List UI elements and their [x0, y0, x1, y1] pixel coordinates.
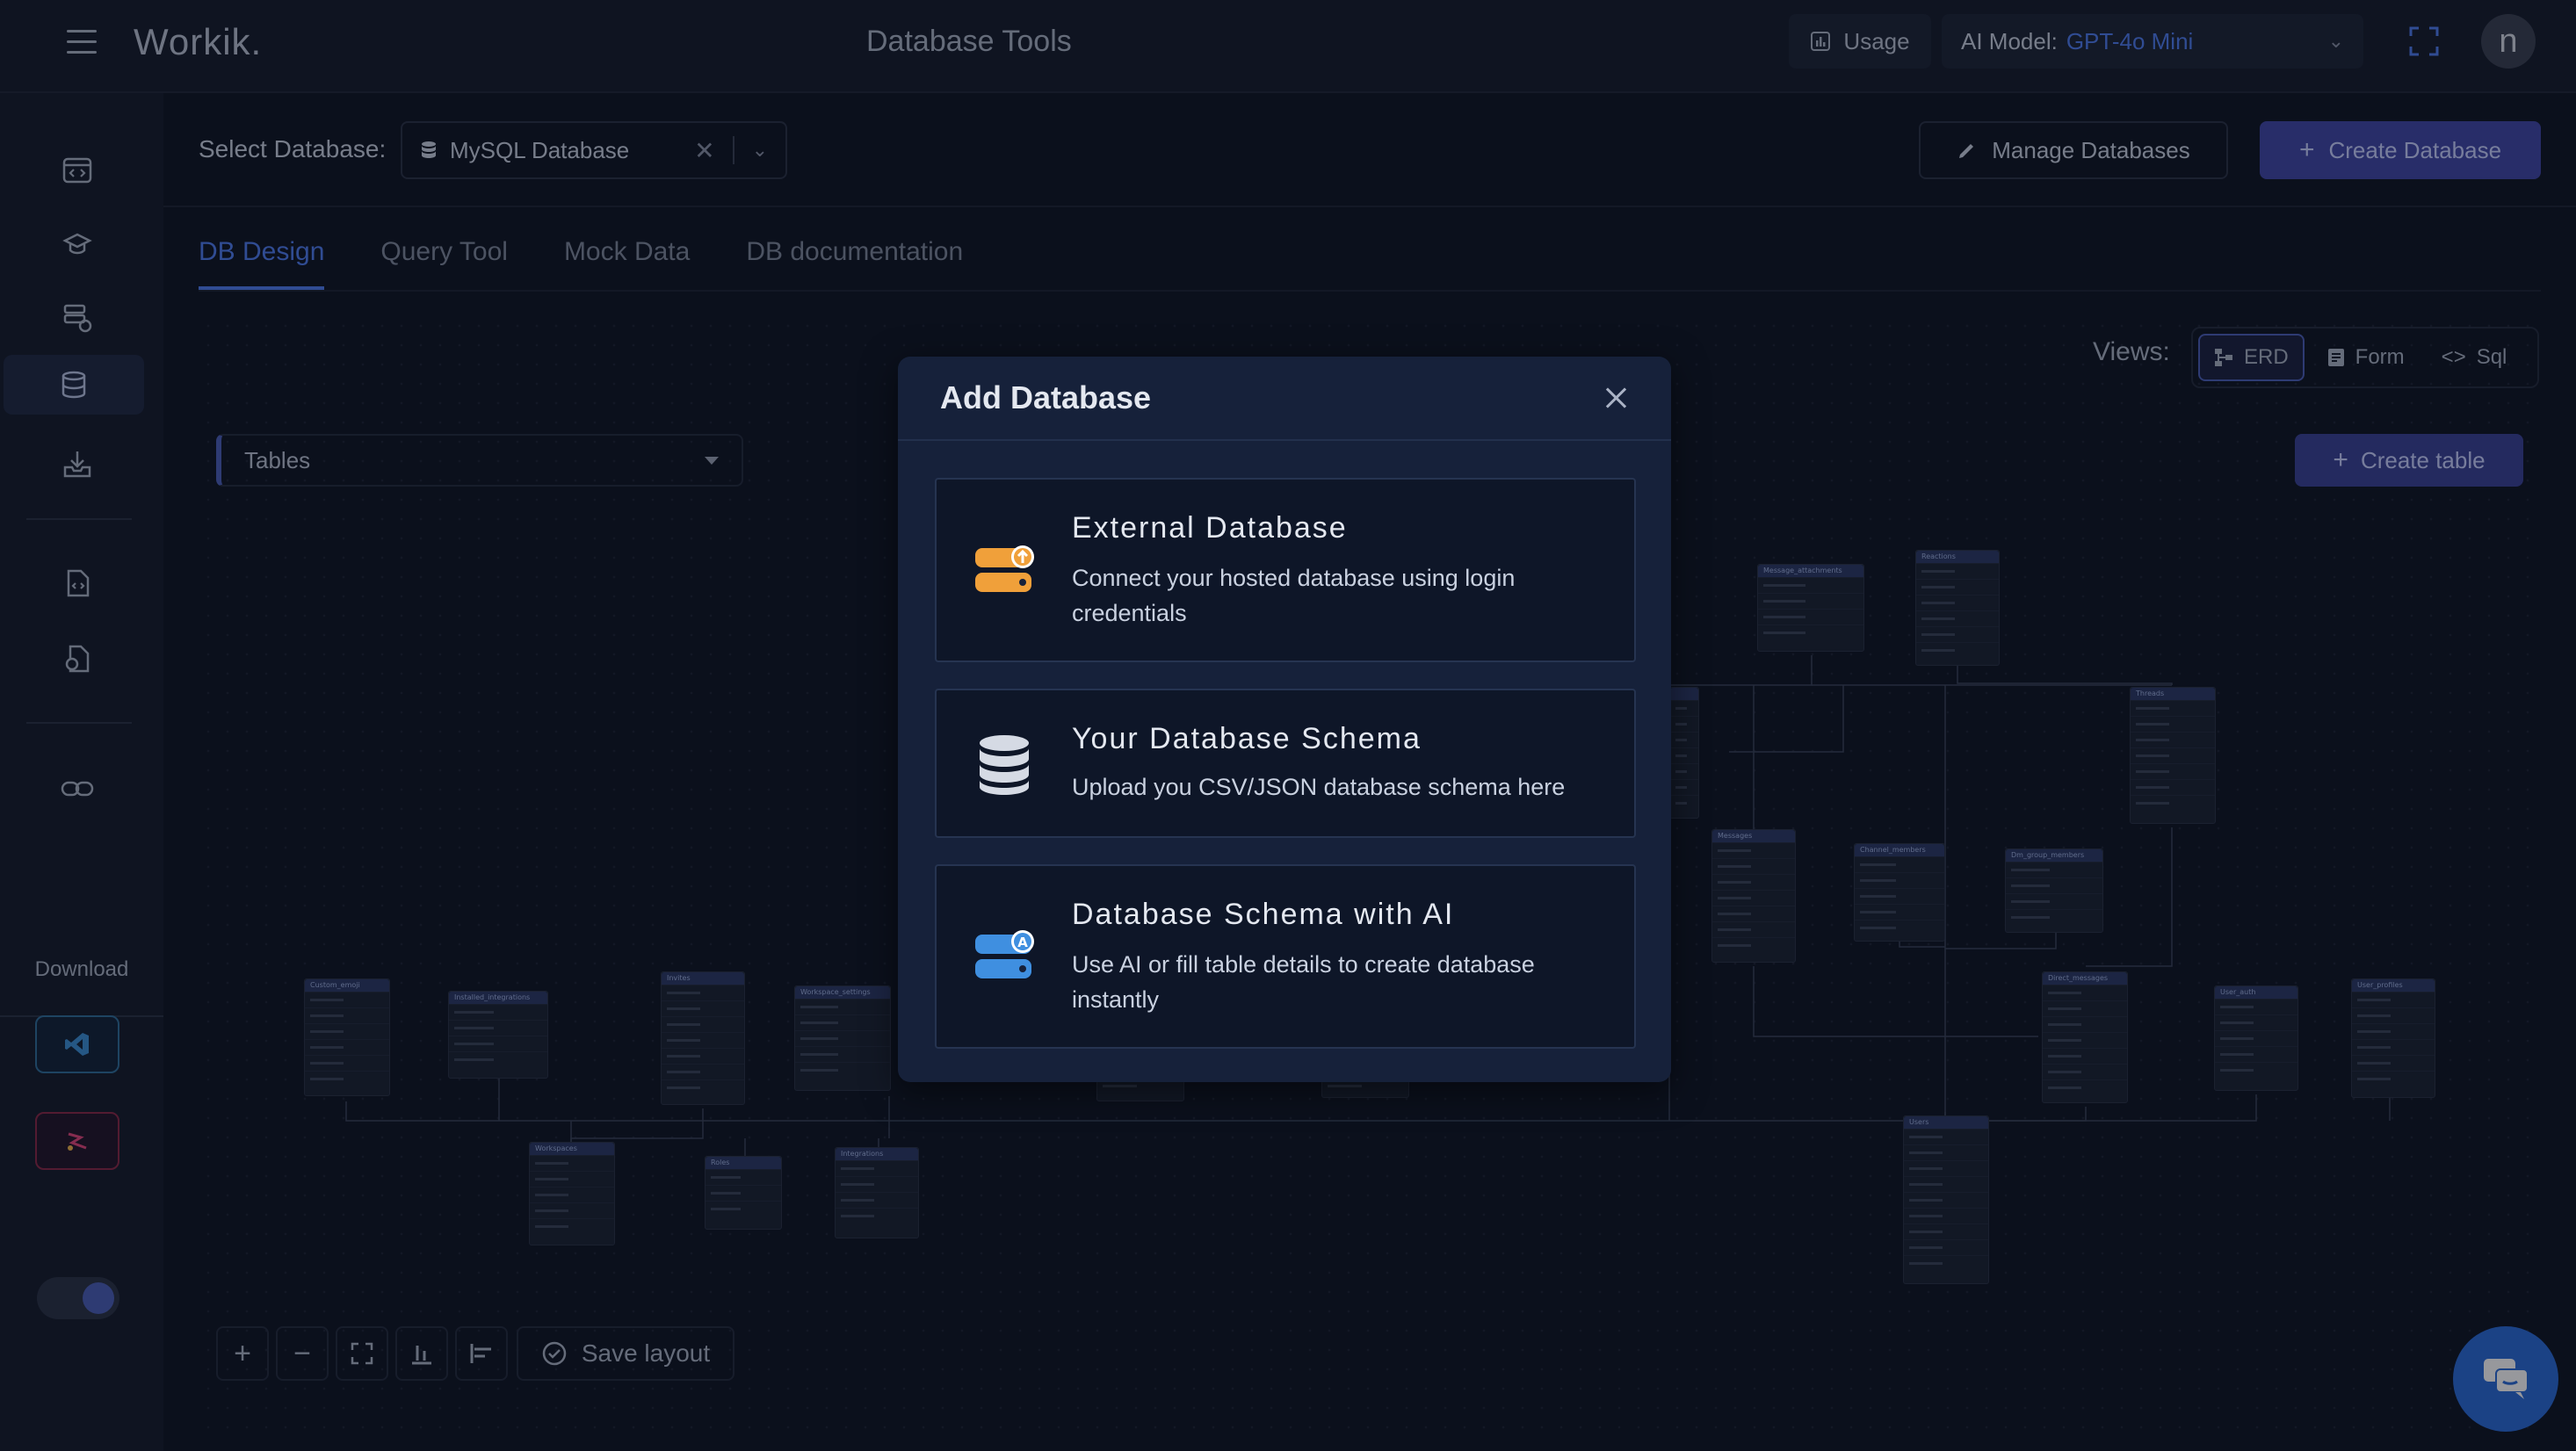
option-title: Your Database Schema	[1072, 722, 1422, 755]
option-description: Connect your hosted database using login…	[1072, 565, 1516, 626]
external-database-option[interactable]: External Database Connect your hosted da…	[935, 478, 1636, 662]
database-schema-with-ai-option[interactable]: A Database Schema with AI Use AI or fill…	[935, 864, 1636, 1049]
option-title: Database Schema with AI	[1072, 898, 1455, 931]
option-title: External Database	[1072, 511, 1348, 545]
option-description: Use AI or fill table details to create d…	[1072, 951, 1535, 1013]
modal-title: Add Database	[940, 379, 1152, 415]
server-upload-icon	[975, 545, 1034, 592]
add-database-modal: Add Database External Database Connect y…	[898, 357, 1671, 1082]
svg-text:A: A	[1017, 935, 1028, 950]
server-ai-icon: A	[975, 930, 1034, 978]
database-stack-icon	[980, 735, 1029, 795]
close-icon[interactable]	[1603, 385, 1629, 411]
your-database-schema-option[interactable]: Your Database Schema Upload you CSV/JSON…	[935, 689, 1636, 838]
option-description: Upload you CSV/JSON database schema here	[1072, 774, 1566, 800]
modal-header: Add Database	[898, 357, 1671, 441]
